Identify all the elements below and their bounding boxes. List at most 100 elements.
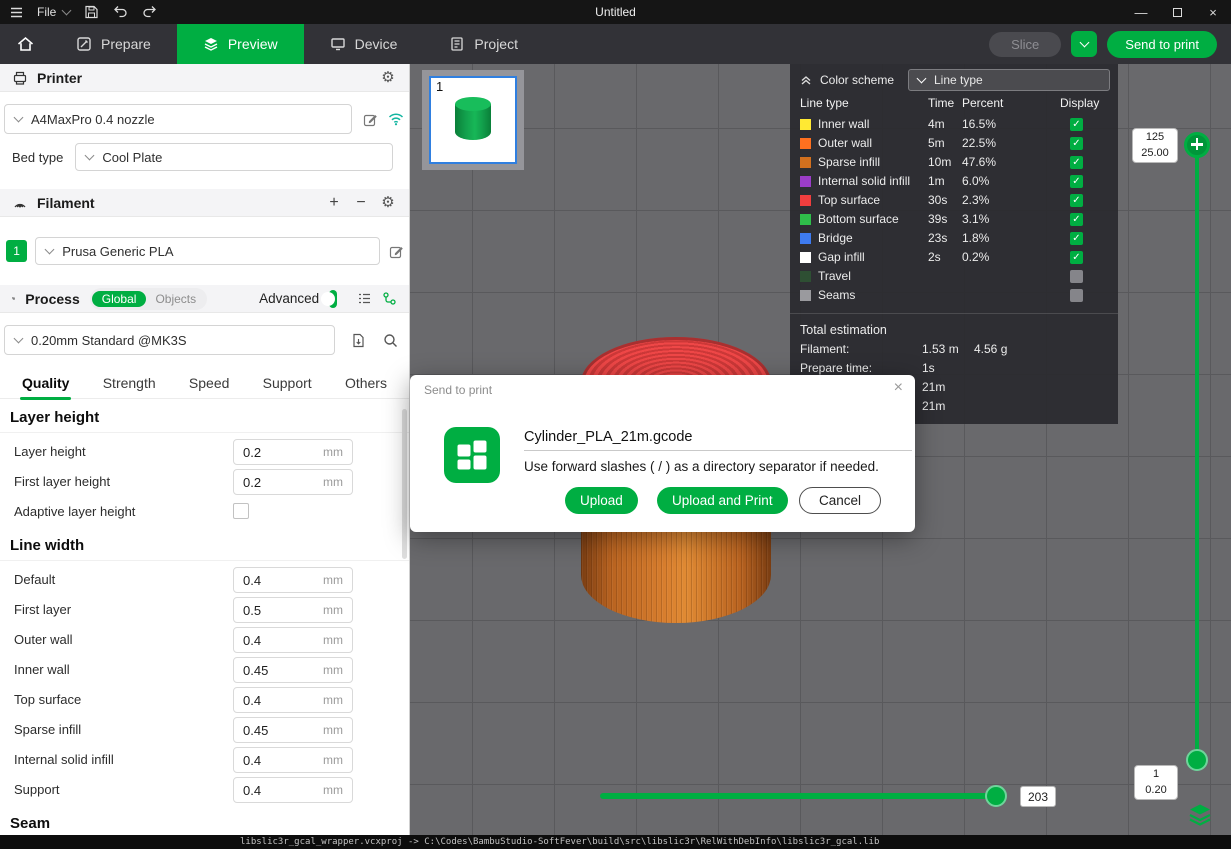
sidebar-scrollbar[interactable]: [402, 409, 407, 559]
param-label: First layer height: [14, 474, 110, 489]
search-icon[interactable]: [381, 331, 399, 349]
printer-preset-combo[interactable]: A4MaxPro 0.4 nozzle: [4, 104, 352, 134]
param-row: Sparse infill 0.45 mm: [0, 715, 409, 745]
param-unit: mm: [323, 445, 343, 459]
display-checkbox[interactable]: ✓: [1070, 175, 1083, 188]
close-icon[interactable]: ×: [894, 379, 903, 397]
maximize-button[interactable]: [1159, 0, 1195, 24]
param-input[interactable]: 0.4 mm: [233, 627, 353, 653]
filament-slot-badge[interactable]: 1: [6, 240, 27, 262]
home-button[interactable]: [0, 24, 50, 64]
param-input[interactable]: 0.4 mm: [233, 567, 353, 593]
nav-tab-label: Preview: [228, 36, 278, 52]
top-layer-number: 125: [1133, 129, 1177, 145]
nav-tab-prepare[interactable]: Prepare: [50, 24, 177, 64]
redo-icon[interactable]: [142, 5, 157, 19]
close-button[interactable]: ×: [1195, 0, 1231, 24]
filename-input[interactable]: [524, 423, 912, 451]
line-type-time: 30s: [928, 193, 947, 207]
undo-icon[interactable]: [113, 5, 128, 19]
parameter-table-icon[interactable]: [357, 290, 372, 308]
plate-thumbnail[interactable]: 1: [422, 70, 524, 170]
line-type-swatch: [800, 233, 811, 244]
param-checkbox[interactable]: [233, 503, 249, 519]
param-input[interactable]: 0.5 mm: [233, 597, 353, 623]
bed-type-combo[interactable]: Cool Plate: [75, 143, 393, 171]
filename-hint: Use forward slashes ( / ) as a directory…: [524, 459, 879, 474]
one-layer-view-button[interactable]: [1186, 800, 1214, 828]
display-checkbox[interactable]: ✓: [1070, 137, 1083, 150]
file-menu[interactable]: File: [37, 5, 70, 19]
display-checkbox[interactable]: ✓: [1070, 156, 1083, 169]
app-menu-icon[interactable]: [10, 7, 23, 18]
wifi-icon[interactable]: [388, 110, 405, 128]
legend-rows: Inner wall 4m 16.5% ✓ Outer wall 5m 22.5…: [790, 115, 1118, 305]
display-checkbox[interactable]: [1070, 270, 1083, 283]
add-filament-icon[interactable]: +: [325, 194, 343, 212]
tab-quality[interactable]: Quality: [20, 370, 71, 396]
advanced-toggle[interactable]: [329, 290, 337, 308]
scope-global[interactable]: Global: [92, 291, 147, 307]
edit-filament-icon[interactable]: [388, 242, 405, 260]
edit-printer-icon[interactable]: [361, 110, 378, 128]
scope-objects[interactable]: Objects: [146, 291, 205, 307]
layer-slider-bottom-handle[interactable]: [1186, 749, 1208, 771]
move-slider-handle[interactable]: [985, 785, 1007, 807]
tab-others[interactable]: Others: [343, 370, 389, 396]
param-unit: mm: [323, 783, 343, 797]
bed-type-label: Bed type: [12, 150, 63, 165]
total-estimation-title: Total estimation: [790, 313, 1118, 340]
display-checkbox[interactable]: ✓: [1070, 194, 1083, 207]
param-input[interactable]: 0.2 mm: [233, 469, 353, 495]
filament-preset-combo[interactable]: Prusa Generic PLA: [35, 237, 379, 265]
param-input[interactable]: 0.4 mm: [233, 687, 353, 713]
upload-and-print-button[interactable]: Upload and Print: [657, 487, 788, 514]
process-preset-combo[interactable]: 0.20mm Standard @MK3S: [4, 325, 335, 355]
display-checkbox[interactable]: ✓: [1070, 251, 1083, 264]
upload-button[interactable]: Upload: [565, 487, 638, 514]
display-checkbox[interactable]: ✓: [1070, 213, 1083, 226]
param-row: Inner wall 0.45 mm: [0, 655, 409, 685]
col-time: Time: [928, 96, 954, 110]
slice-button[interactable]: Slice: [989, 32, 1061, 57]
minimize-button[interactable]: —: [1123, 0, 1159, 24]
display-checkbox[interactable]: ✓: [1070, 118, 1083, 131]
save-preset-icon[interactable]: [349, 331, 367, 349]
save-icon[interactable]: [84, 5, 99, 19]
send-to-print-button[interactable]: Send to print: [1107, 31, 1217, 58]
display-checkbox[interactable]: [1070, 289, 1083, 302]
nav-tab-device[interactable]: Device: [304, 24, 424, 64]
tab-strength[interactable]: Strength: [101, 370, 158, 396]
cancel-button[interactable]: Cancel: [799, 487, 881, 514]
param-input[interactable]: 0.4 mm: [233, 777, 353, 803]
param-label: Adaptive layer height: [14, 504, 135, 519]
filament-settings-gear-icon[interactable]: ⚙: [379, 194, 397, 212]
collapse-panel-icon[interactable]: [800, 74, 812, 86]
param-unit: mm: [323, 475, 343, 489]
param-input[interactable]: 0.45 mm: [233, 717, 353, 743]
filament-preset-row: 1 Prusa Generic PLA: [6, 237, 405, 265]
nav-tab-project[interactable]: Project: [423, 24, 544, 64]
move-slider-track[interactable]: [600, 793, 1000, 799]
process-scope-toggle[interactable]: Global Objects: [90, 288, 207, 310]
line-type-time: 10m: [928, 155, 951, 169]
bed-type-value: Cool Plate: [102, 150, 162, 165]
nav-tab-preview[interactable]: Preview: [177, 24, 304, 64]
param-input[interactable]: 0.4 mm: [233, 747, 353, 773]
layer-slider-track[interactable]: [1195, 145, 1199, 761]
printer-settings-gear-icon[interactable]: ⚙: [379, 69, 397, 87]
remove-filament-icon[interactable]: −: [352, 194, 370, 212]
param-input[interactable]: 0.2 mm: [233, 439, 353, 465]
view-type-dropdown[interactable]: Line type: [908, 69, 1110, 91]
section-title: Layer height: [0, 399, 409, 433]
legend-row: Internal solid infill 1m 6.0% ✓: [790, 172, 1118, 191]
tab-support[interactable]: Support: [261, 370, 314, 396]
layer-slider-top-handle[interactable]: [1184, 132, 1210, 158]
display-checkbox[interactable]: ✓: [1070, 232, 1083, 245]
param-unit: mm: [323, 603, 343, 617]
send-options-button[interactable]: [1071, 31, 1097, 57]
tab-speed[interactable]: Speed: [187, 370, 231, 396]
compare-presets-icon[interactable]: [382, 290, 397, 308]
param-input[interactable]: 0.45 mm: [233, 657, 353, 683]
line-type-time: 2s: [928, 250, 941, 264]
